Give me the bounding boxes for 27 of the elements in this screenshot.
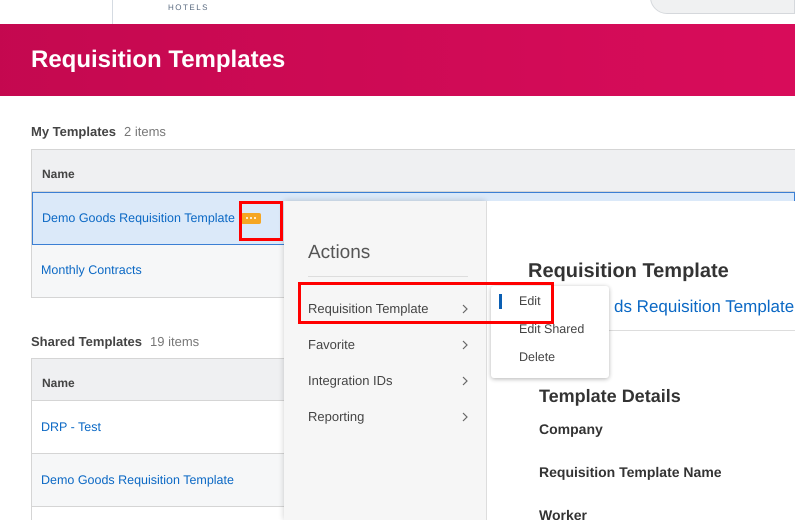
item-count: 2 items (124, 123, 166, 141)
field-label: Worker (539, 506, 588, 520)
template-link[interactable]: Demo Goods Requisition Template (42, 208, 235, 228)
menu-item[interactable]: Reporting (308, 398, 468, 434)
section-heading: Shared Templates (31, 332, 142, 351)
template-link[interactable]: DRP - Test (41, 418, 101, 436)
chevron-right-icon (462, 304, 468, 314)
template-link[interactable]: ds Requisition Template (614, 297, 794, 316)
item-count: 19 items (150, 332, 200, 350)
field-label: Company (539, 420, 604, 439)
menu-item[interactable]: Edit (499, 294, 609, 309)
template-link[interactable]: Monthly Contracts (41, 261, 142, 280)
page-title: Requisition Templates (31, 45, 286, 75)
actions-title: Actions (308, 239, 468, 276)
menu-item[interactable]: Integration IDs (308, 362, 468, 398)
template-link[interactable]: Demo Goods Requisition Template (41, 470, 234, 490)
brand-text: HOTELS (168, 2, 210, 14)
column-header: Name (32, 148, 795, 192)
chevron-right-icon (462, 340, 468, 350)
menu-item[interactable]: Requisition Template (308, 290, 468, 326)
chevron-right-icon (462, 412, 468, 422)
field-label: Requisition Template Name (539, 463, 723, 482)
chevron-right-icon (462, 376, 468, 386)
details-title: Requisition Template (528, 259, 730, 284)
menu-item[interactable]: Edit Shared (499, 322, 609, 337)
section-heading: My Templates (31, 123, 116, 141)
related-actions-icon[interactable] (240, 212, 261, 224)
